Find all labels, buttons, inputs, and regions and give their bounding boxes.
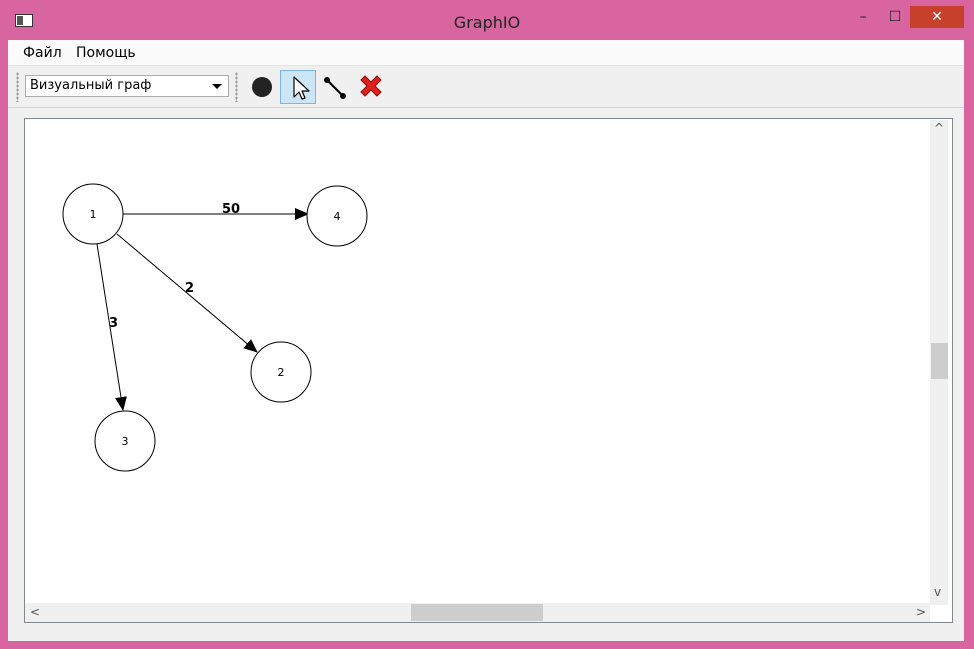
maximize-button[interactable]: ☐ xyxy=(880,6,910,28)
app-window: GraphIO – ☐ ✕ Файл Помощь Визуальный гра… xyxy=(0,0,974,649)
scroll-down-icon[interactable]: v xyxy=(934,586,941,598)
cursor-arrow-icon xyxy=(293,76,310,100)
scroll-up-icon[interactable]: ^ xyxy=(934,122,944,134)
vertex-label-2: 2 xyxy=(278,366,285,379)
minimize-button[interactable]: – xyxy=(848,6,878,28)
menu-bar: Файл Помощь xyxy=(8,40,964,66)
edge-weight-1-3: 3 xyxy=(109,316,118,331)
mode-select-value: Визуальный граф xyxy=(30,78,152,93)
vertex-label-4: 4 xyxy=(334,210,341,223)
delete-button[interactable] xyxy=(353,70,389,104)
add-edge-button[interactable] xyxy=(317,70,353,104)
edge-line-icon xyxy=(324,77,346,99)
edge-weight-1-2: 2 xyxy=(185,281,194,296)
graph-canvas[interactable]: 50 2 3 1 4 2 3 xyxy=(24,118,953,623)
edge-weight-1-4: 50 xyxy=(222,202,240,217)
title-bar[interactable]: GraphIO – ☐ ✕ xyxy=(0,0,974,40)
close-button[interactable]: ✕ xyxy=(910,6,964,28)
select-button[interactable] xyxy=(280,70,316,104)
horizontal-scroll-thumb[interactable] xyxy=(411,604,543,621)
toolbar-grip-2[interactable] xyxy=(235,72,238,102)
scroll-right-icon[interactable]: > xyxy=(916,606,926,618)
red-x-icon xyxy=(360,75,382,97)
menu-help[interactable]: Помощь xyxy=(76,45,136,61)
client-area: Файл Помощь Визуальный граф 50 2 3 1 4 2… xyxy=(8,40,964,641)
vertex-3[interactable]: 3 xyxy=(94,410,156,472)
vertex-1[interactable]: 1 xyxy=(62,183,124,245)
scroll-left-icon[interactable]: < xyxy=(30,606,40,618)
vertex-2[interactable]: 2 xyxy=(250,341,312,403)
vertex-4[interactable]: 4 xyxy=(306,185,368,247)
window-title: GraphIO xyxy=(453,13,521,32)
graph-svg[interactable]: 50 2 3 1 4 2 3 xyxy=(25,119,930,604)
vertical-scroll-thumb[interactable] xyxy=(931,343,948,379)
add-vertex-button[interactable] xyxy=(244,70,280,104)
toolbar-grip[interactable] xyxy=(16,72,19,102)
vertex-label-3: 3 xyxy=(122,435,129,448)
filled-circle-icon xyxy=(252,77,272,97)
vertex-label-1: 1 xyxy=(90,208,97,221)
mode-select[interactable]: Визуальный граф xyxy=(25,75,229,97)
chevron-down-icon xyxy=(212,84,222,89)
toolbar: Визуальный граф xyxy=(8,66,964,108)
menu-file[interactable]: Файл xyxy=(23,45,62,61)
